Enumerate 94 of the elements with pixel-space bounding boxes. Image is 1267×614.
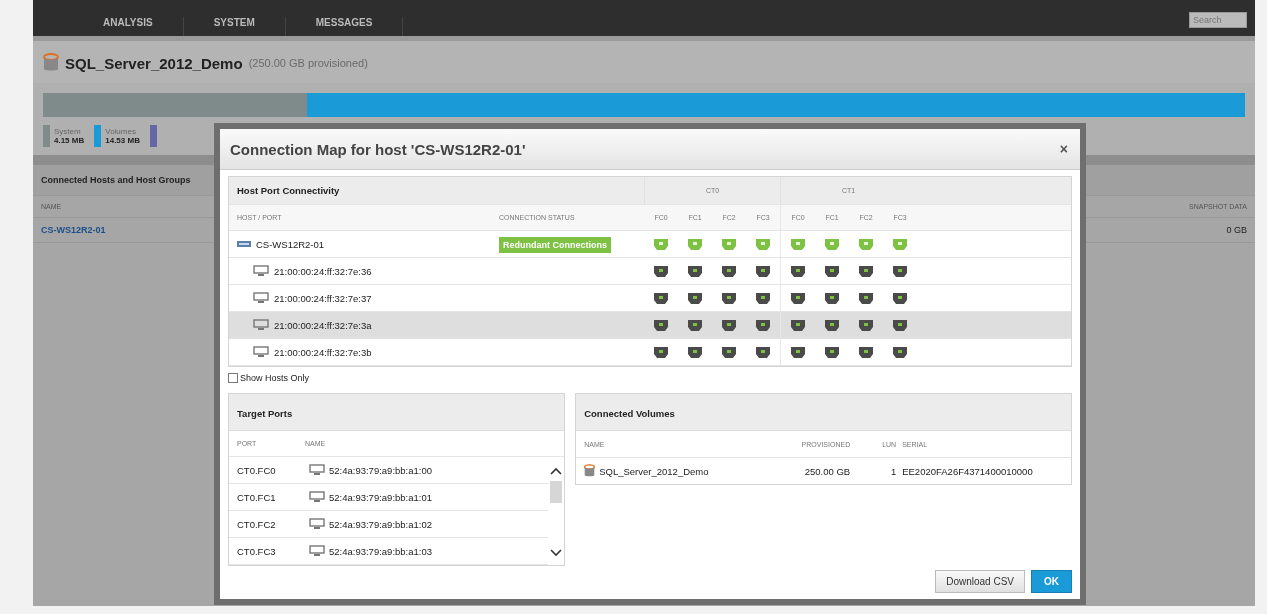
checkbox[interactable] [228, 373, 238, 383]
port-connection-icon [825, 346, 839, 358]
table-cell: 21:00:00:24:ff:32:7e:3b [274, 346, 372, 358]
port-connection-icon [688, 292, 702, 304]
port-connection-icon [756, 265, 770, 277]
port-connection-icon [859, 346, 873, 358]
close-button[interactable]: × [1057, 141, 1070, 157]
port-connection-icon [654, 319, 668, 331]
table-cell: 52:4a:93:79:a9:bb:a1:01 [329, 491, 432, 503]
table-cell: 52:4a:93:79:a9:bb:a1:03 [329, 545, 432, 557]
connection-icon [791, 238, 805, 250]
port-connection-icon [756, 292, 770, 304]
connection-icon [688, 238, 702, 250]
port-icon [309, 518, 325, 530]
port-connection-icon [722, 319, 736, 331]
port-connection-icon [722, 292, 736, 304]
table-cell-text: 1 [889, 465, 897, 477]
table-cell: 0 GB [1226, 225, 1247, 235]
scrollbar-thumb[interactable] [550, 481, 563, 503]
port-connection-icon [893, 265, 907, 277]
port-connection-icon [791, 319, 805, 331]
database-icon [43, 53, 59, 73]
port-icon [253, 346, 269, 358]
status-badge: Redundant Connections [499, 236, 611, 253]
port-connection-icon [893, 292, 907, 304]
port-connection-icon [825, 319, 839, 331]
port-connection-icon [722, 346, 736, 358]
table-cell-text: CT0.FC1 [237, 491, 277, 503]
connection-icon [756, 238, 770, 250]
port-connection-icon [756, 346, 770, 358]
provisioned-text: (250.00 GB provisioned) [248, 57, 368, 69]
section-title: Target Ports [237, 408, 293, 419]
port-connection-icon [654, 265, 668, 277]
port-connection-icon [756, 319, 770, 331]
checkbox-label: Show Hosts Only [240, 373, 310, 383]
legend-label: Volumes [105, 127, 137, 136]
port-connection-icon [791, 346, 805, 358]
connection-icon [654, 238, 668, 250]
legend-value: 4.15 MB [54, 136, 85, 145]
table-cell: CS-WS12R2-01 [256, 238, 325, 250]
table-row[interactable]: 21:00:00:24:ff:32:7e:36 [229, 258, 1071, 285]
port-icon [309, 464, 325, 476]
port-connection-icon [688, 265, 702, 277]
port-connection-icon [688, 346, 702, 358]
table-row[interactable]: 21:00:00:24:ff:32:7e:3a [229, 312, 1071, 339]
port-connection-icon [654, 346, 668, 358]
connection-icon [825, 238, 839, 250]
table-row[interactable]: CS-WS12R2-01 Redundant Connections [229, 231, 1071, 258]
port-connection-icon [859, 265, 873, 277]
table-row[interactable]: 21:00:00:24:ff:32:7e:3b [229, 339, 1071, 366]
scroll-up-icon[interactable] [550, 467, 563, 475]
port-connection-icon [722, 265, 736, 277]
table-cell-text: CT0.FC0 [237, 464, 277, 476]
connection-icon [893, 238, 907, 250]
section-title: Connected Volumes [584, 408, 675, 419]
connection-icon [722, 238, 736, 250]
port-connection-icon [859, 292, 873, 304]
port-connection-icon [893, 346, 907, 358]
port-connection-icon [825, 265, 839, 277]
table-cell-text: CT0.FC3 [237, 545, 277, 557]
section-title: Host Port Connectivity [237, 185, 340, 196]
scroll-down-icon[interactable] [550, 549, 563, 557]
table-cell: SQL_Server_2012_Demo [599, 465, 709, 477]
port-icon [253, 292, 269, 304]
port-connection-icon [654, 292, 668, 304]
table-cell-text: 250.00 GB [803, 465, 851, 477]
table-cell: 52:4a:93:79:a9:bb:a1:02 [329, 518, 432, 530]
connection-icon [859, 238, 873, 250]
legend-value: 14.53 MB [105, 136, 140, 145]
dialog-title: Connection Map for host 'CS-WS12R2-01' [230, 140, 526, 158]
host-icon [237, 240, 251, 248]
table-cell: 21:00:00:24:ff:32:7e:3a [274, 319, 372, 331]
port-icon [253, 319, 269, 331]
database-icon [584, 464, 596, 478]
port-connection-icon [825, 292, 839, 304]
table-cell: 21:00:00:24:ff:32:7e:37 [274, 292, 372, 304]
port-icon [309, 491, 325, 503]
port-connection-icon [859, 319, 873, 331]
port-icon [253, 265, 269, 277]
port-connection-icon [791, 292, 805, 304]
table-cell: 21:00:00:24:ff:32:7e:36 [274, 265, 372, 277]
table-cell-text: EE2020FA26F4371400010000 [902, 465, 1034, 477]
port-connection-icon [688, 319, 702, 331]
search-field[interactable]: Search [1189, 12, 1247, 28]
download-button[interactable]: Download CSV [935, 570, 1025, 593]
table-cell: 52:4a:93:79:a9:bb:a1:00 [329, 464, 432, 476]
volume-title: SQL_Server_2012_Demo [65, 54, 243, 72]
panel-title: Connected Hosts and Host Groups [41, 175, 191, 185]
legend-label: System [54, 127, 82, 136]
table-cell-text: CT0.FC2 [237, 518, 277, 530]
port-connection-icon [791, 265, 805, 277]
legend-swatch [149, 125, 157, 147]
port-icon [309, 545, 325, 557]
port-connection-icon [893, 319, 907, 331]
